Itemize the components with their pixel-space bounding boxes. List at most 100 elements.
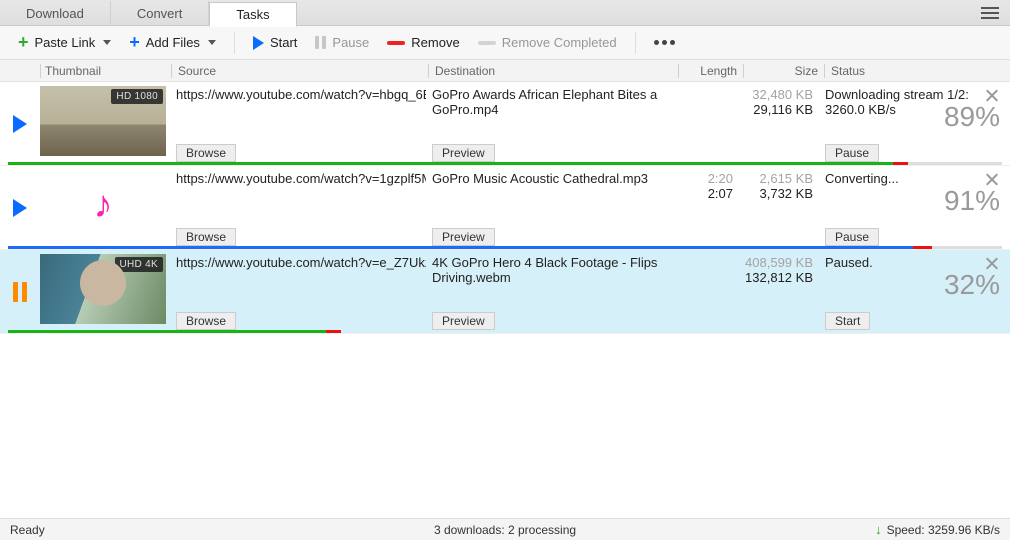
remove-completed-button[interactable]: Remove Completed xyxy=(472,32,623,53)
close-icon[interactable] xyxy=(985,257,998,270)
preview-button[interactable]: Preview xyxy=(432,228,495,246)
minus-icon xyxy=(387,41,405,45)
browse-button[interactable]: Browse xyxy=(176,312,236,330)
task-thumbnail: UHD 4K xyxy=(40,251,170,333)
pause-icon xyxy=(315,36,326,49)
minus-icon xyxy=(478,41,496,45)
task-start-button[interactable]: Start xyxy=(825,312,870,330)
hamburger-icon xyxy=(981,7,999,19)
play-icon[interactable] xyxy=(13,199,27,217)
caret-down-icon xyxy=(103,40,111,45)
pause-button[interactable]: Pause xyxy=(309,32,375,53)
statusbar-speed: Speed: 3259.96 KB/s xyxy=(887,523,1000,537)
plus-icon: + xyxy=(18,32,29,53)
status-line1: Downloading stream 1/2: xyxy=(825,87,980,102)
task-status: Converting... 91% xyxy=(819,167,1010,225)
browse-button[interactable]: Browse xyxy=(176,228,236,246)
toolbar-separator xyxy=(635,32,636,54)
menu-button[interactable] xyxy=(970,0,1010,25)
size-total: 32,480 KB xyxy=(739,87,813,102)
task-control xyxy=(0,251,40,333)
statusbar-ready: Ready xyxy=(10,523,45,537)
quality-badge: UHD 4K xyxy=(115,257,163,272)
column-headers: Thumbnail Source Destination Length Size… xyxy=(0,60,1010,82)
task-list: HD 1080 https://www.youtube.com/watch?v=… xyxy=(0,82,1010,518)
size-done: 3,732 KB xyxy=(739,186,813,201)
progress-bar xyxy=(8,246,1002,249)
task-pause-button[interactable]: Pause xyxy=(825,228,879,246)
pause-icon[interactable] xyxy=(13,282,27,302)
task-destination: GoPro Awards African Elephant Bites a Go… xyxy=(426,83,675,141)
statusbar-summary: 3 downloads: 2 processing xyxy=(434,523,576,537)
add-files-button[interactable]: + Add Files xyxy=(123,29,222,56)
close-icon[interactable] xyxy=(985,89,998,102)
task-percent: 32% xyxy=(944,269,1000,301)
remove-label: Remove xyxy=(411,35,459,50)
col-length[interactable]: Length xyxy=(679,64,743,78)
browse-button[interactable]: Browse xyxy=(176,144,236,162)
size-total: 408,599 KB xyxy=(739,255,813,270)
length-total: 2:20 xyxy=(675,171,733,186)
task-thumbnail: HD 1080 xyxy=(40,83,170,165)
task-control xyxy=(0,167,40,249)
toolbar: + Paste Link + Add Files Start Pause Rem… xyxy=(0,26,1010,60)
paste-link-button[interactable]: + Paste Link xyxy=(12,29,117,56)
task-percent: 91% xyxy=(944,185,1000,217)
task-row[interactable]: ♪ https://www.youtube.com/watch?v=1gzplf… xyxy=(0,166,1010,250)
task-destination: GoPro Music Acoustic Cathedral.mp3 xyxy=(426,167,675,225)
remove-button[interactable]: Remove xyxy=(381,32,465,53)
col-destination[interactable]: Destination xyxy=(429,64,678,78)
task-length xyxy=(675,251,739,309)
col-status[interactable]: Status xyxy=(825,64,1010,78)
task-status: Paused. 32% xyxy=(819,251,1010,309)
play-icon xyxy=(253,36,264,50)
caret-down-icon xyxy=(208,40,216,45)
task-size: 408,599 KB 132,812 KB xyxy=(739,251,819,309)
more-button[interactable] xyxy=(648,37,681,48)
close-icon[interactable] xyxy=(985,173,998,186)
tab-download[interactable]: Download xyxy=(0,1,111,26)
col-size[interactable]: Size xyxy=(744,64,824,78)
quality-badge: HD 1080 xyxy=(111,89,163,104)
status-line1: Converting... xyxy=(825,171,980,186)
add-files-label: Add Files xyxy=(146,35,200,50)
size-done: 132,812 KB xyxy=(739,270,813,285)
download-arrow-icon: ↓ xyxy=(875,522,882,537)
start-label: Start xyxy=(270,35,297,50)
play-icon[interactable] xyxy=(13,115,27,133)
tab-tasks[interactable]: Tasks xyxy=(209,2,296,27)
preview-button[interactable]: Preview xyxy=(432,144,495,162)
task-source: https://www.youtube.com/watch?v=e_Z7Ukz9… xyxy=(170,251,426,309)
task-length: 2:20 2:07 xyxy=(675,167,739,225)
task-length xyxy=(675,83,739,141)
pause-label: Pause xyxy=(332,35,369,50)
task-size: 32,480 KB 29,116 KB xyxy=(739,83,819,141)
thumbnail-image[interactable]: UHD 4K xyxy=(40,254,166,324)
thumbnail-image[interactable]: HD 1080 xyxy=(40,86,166,156)
progress-bar xyxy=(8,162,1002,165)
task-row[interactable]: HD 1080 https://www.youtube.com/watch?v=… xyxy=(0,82,1010,166)
task-source: https://www.youtube.com/watch?v=hbgq_6BG… xyxy=(170,83,426,141)
progress-bar xyxy=(8,330,1002,333)
task-source: https://www.youtube.com/watch?v=1gzplf5M… xyxy=(170,167,426,225)
plus-icon: + xyxy=(129,32,140,53)
task-pause-button[interactable]: Pause xyxy=(825,144,879,162)
task-percent: 89% xyxy=(944,101,1000,133)
col-source[interactable]: Source xyxy=(172,64,428,78)
titlebar: Download Convert Tasks xyxy=(0,0,1010,26)
col-thumbnail[interactable]: Thumbnail xyxy=(41,64,171,78)
task-thumbnail: ♪ xyxy=(40,167,170,249)
tab-convert[interactable]: Convert xyxy=(111,1,210,26)
status-line1: Paused. xyxy=(825,255,980,270)
task-row[interactable]: UHD 4K https://www.youtube.com/watch?v=e… xyxy=(0,250,1010,334)
music-note-icon: ♪ xyxy=(94,184,113,227)
preview-button[interactable]: Preview xyxy=(432,312,495,330)
size-done: 29,116 KB xyxy=(739,102,813,117)
paste-link-label: Paste Link xyxy=(35,35,96,50)
task-status: Downloading stream 1/2: 3260.0 KB/s 89% xyxy=(819,83,1010,141)
start-button[interactable]: Start xyxy=(247,32,303,53)
main-tabs: Download Convert Tasks xyxy=(0,0,297,26)
toolbar-separator xyxy=(234,32,235,54)
dots-icon xyxy=(654,40,675,45)
thumbnail-image[interactable]: ♪ xyxy=(40,170,166,240)
